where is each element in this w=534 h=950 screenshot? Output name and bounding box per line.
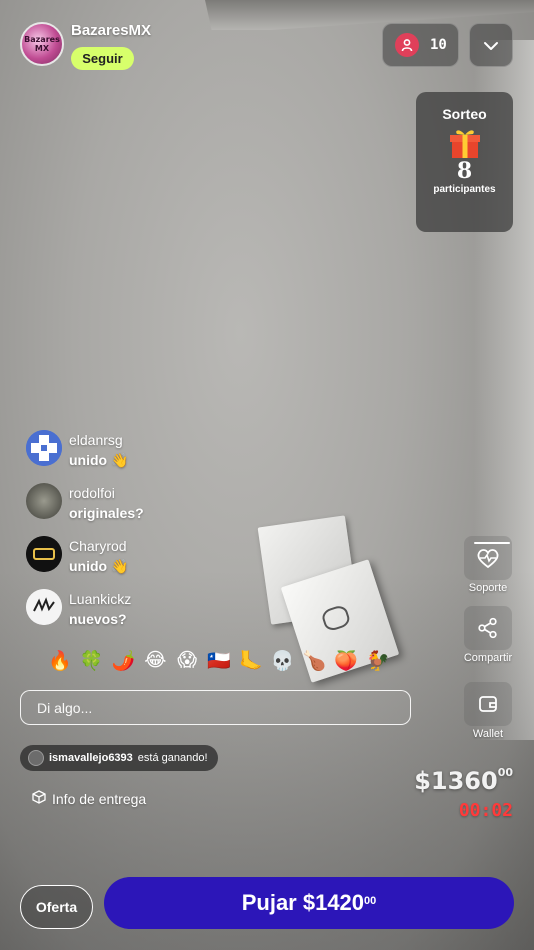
giveaway-card[interactable]: Sorteo 8 participantes (416, 92, 513, 232)
support-label: Soporte (468, 582, 508, 594)
reaction-emoji[interactable]: 🔥 (44, 649, 76, 672)
reaction-emoji[interactable]: 🌶️ (108, 649, 140, 672)
auction-timer: 00:02 (458, 800, 513, 821)
current-price: $136000 (414, 766, 513, 795)
chevron-down-icon (483, 36, 499, 55)
user-avatar[interactable] (26, 589, 62, 625)
viewer-count-badge[interactable]: 10 (382, 23, 459, 67)
chat-feed: eldanrsg unido 👋 rodolfoi originales? Ch… (26, 428, 326, 640)
offer-button[interactable]: Oferta (20, 885, 93, 929)
reaction-emoji[interactable]: 🦶 (235, 649, 267, 672)
delivery-info-link[interactable]: Info de entrega (32, 790, 146, 807)
reaction-emoji[interactable]: 💀 (267, 649, 299, 672)
delivery-info-label: Info de entrega (52, 790, 147, 807)
share-label: Compartir (463, 652, 513, 664)
reaction-emoji[interactable]: 😂 (139, 649, 171, 672)
reaction-emoji[interactable]: 🍗 (299, 649, 331, 672)
host-avatar[interactable]: Bazares MX (20, 22, 64, 66)
winner-username[interactable]: ismavallejo6393 (49, 752, 133, 764)
bid-button[interactable]: Pujar $1420 00 (104, 877, 514, 929)
wallet-button[interactable]: Wallet (461, 682, 515, 740)
user-avatar[interactable] (26, 430, 62, 466)
chat-text: unido 👋 (69, 452, 129, 468)
heart-pulse-icon (464, 536, 512, 580)
chat-text: nuevos? (69, 611, 127, 627)
winner-avatar (28, 750, 44, 766)
reaction-bar: 🔥 🍀 🌶️ 😂 😱 🇨🇱 🦶 💀 🍗 🍑 🐓 (44, 649, 394, 672)
chat-username[interactable]: Charyrod (69, 538, 127, 554)
follow-button[interactable]: Seguir (71, 47, 134, 70)
giveaway-participants-label: participantes (433, 184, 496, 195)
viewer-count: 10 (430, 37, 447, 53)
winner-status-text: está ganando! (137, 752, 208, 764)
giveaway-title: Sorteo (442, 106, 487, 122)
chat-message: Charyrod unido 👋 (26, 534, 326, 587)
giveaway-participants-count: 8 (456, 158, 473, 184)
reaction-emoji[interactable]: 🍀 (76, 649, 108, 672)
wallet-icon (464, 682, 512, 726)
chat-text: unido 👋 (69, 558, 129, 574)
share-icon (464, 606, 512, 650)
reaction-emoji[interactable]: 😱 (171, 649, 203, 672)
chat-username[interactable]: Luankickz (69, 591, 131, 607)
chat-username[interactable]: eldanrsg (69, 432, 123, 448)
current-price-amount: $1360 (414, 767, 498, 795)
reaction-emoji[interactable]: 🐓 (362, 649, 394, 672)
user-avatar[interactable] (26, 483, 62, 519)
bid-button-label: Pujar $1420 (241, 890, 365, 915)
package-icon (32, 790, 46, 807)
current-price-cents: 00 (497, 766, 513, 779)
person-icon (395, 33, 419, 57)
reaction-emoji[interactable]: 🇨🇱 (203, 649, 235, 672)
share-button[interactable]: Compartir (461, 606, 515, 664)
winning-bidder-badge: ismavallejo6393 está ganando! (20, 745, 218, 771)
wallet-label: Wallet (472, 728, 504, 740)
chat-message: Luankickz nuevos? (26, 587, 326, 640)
chat-message: rodolfoi originales? (26, 481, 326, 534)
chat-message: eldanrsg unido 👋 (26, 428, 326, 481)
chat-username[interactable]: rodolfoi (69, 485, 115, 501)
bid-button-cents: 00 (364, 895, 377, 907)
support-button[interactable]: Soporte (461, 536, 515, 594)
host-username[interactable]: BazaresMX (71, 22, 151, 39)
reaction-emoji[interactable]: 🍑 (330, 649, 362, 672)
gift-icon (448, 126, 482, 160)
collapse-button[interactable] (469, 23, 513, 67)
chat-text: originales? (69, 505, 144, 521)
chat-input[interactable] (20, 690, 411, 725)
user-avatar[interactable] (26, 536, 62, 572)
